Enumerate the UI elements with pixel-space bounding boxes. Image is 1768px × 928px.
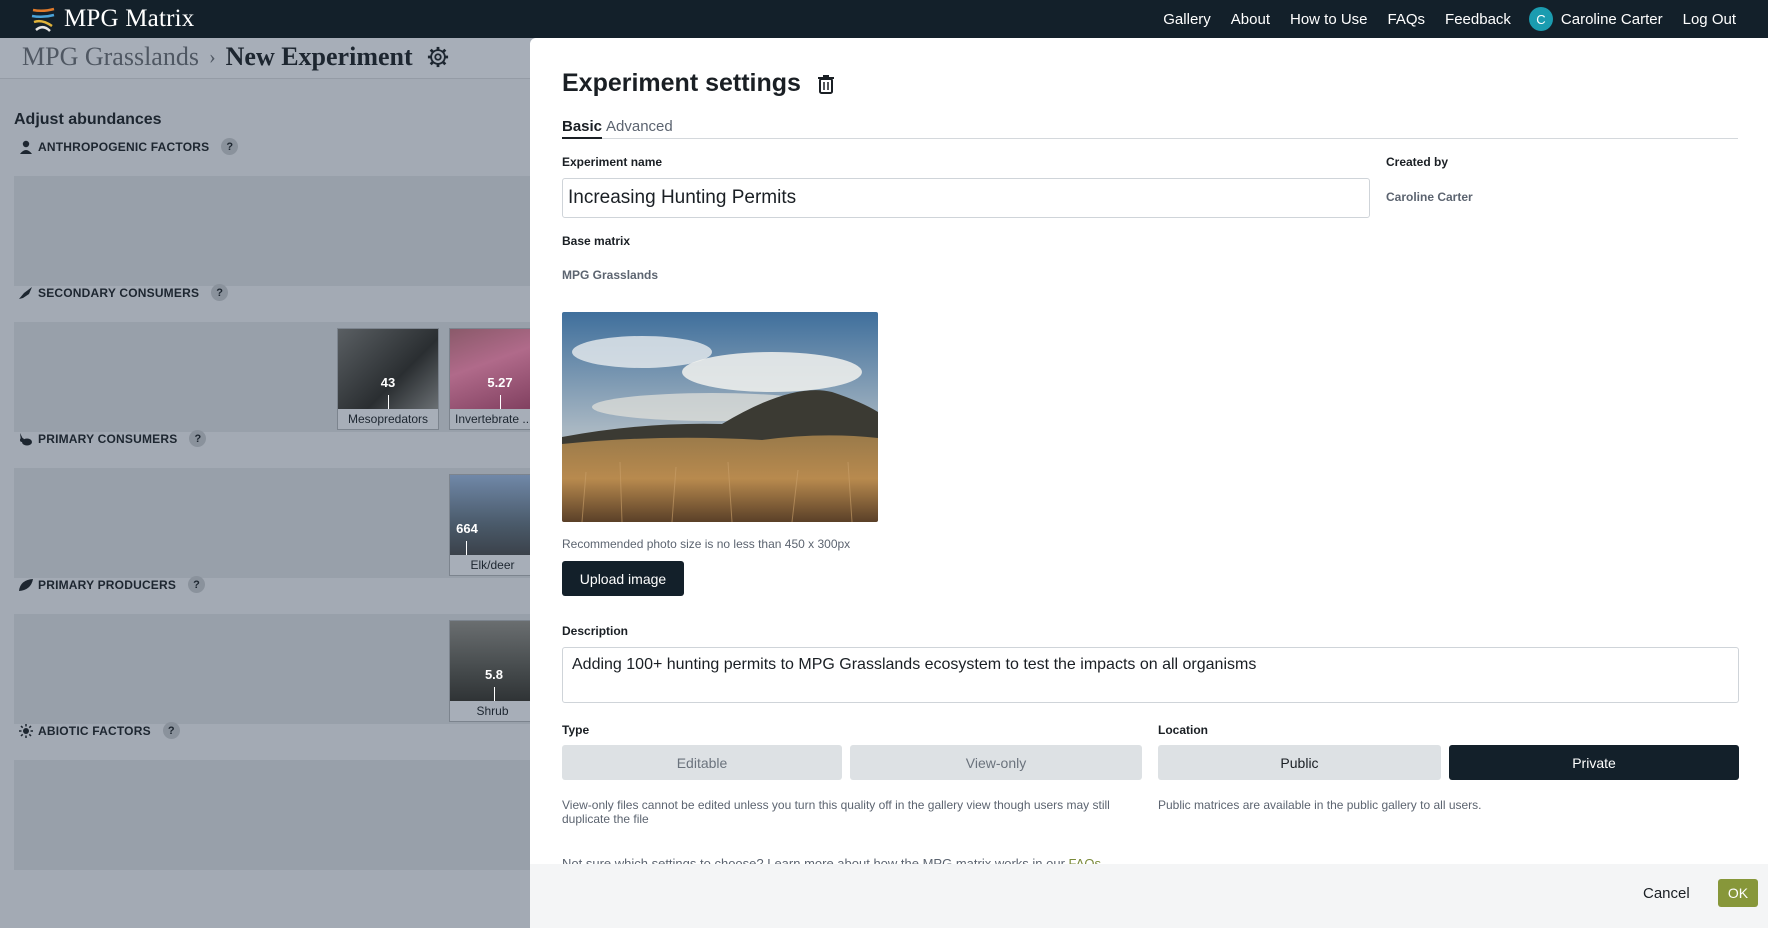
card-slider-tick[interactable] bbox=[466, 541, 467, 555]
category-label: PRIMARY PRODUCERS bbox=[38, 577, 177, 592]
card-image bbox=[450, 621, 533, 703]
card-slider-tick[interactable] bbox=[500, 395, 501, 409]
category-secondary-consumers: SECONDARY CONSUMERS ? bbox=[18, 284, 229, 301]
created-by-label: Created by bbox=[1386, 155, 1449, 169]
logo[interactable]: MPG Matrix bbox=[30, 5, 194, 33]
cancel-button[interactable]: Cancel bbox=[1643, 885, 1690, 902]
tab-advanced[interactable]: Advanced bbox=[606, 118, 673, 135]
type-label: Type bbox=[562, 723, 590, 737]
experiment-photo bbox=[562, 312, 878, 522]
gear-icon[interactable] bbox=[427, 46, 449, 68]
avatar[interactable]: C bbox=[1528, 7, 1553, 31]
node-card-elk-deer[interactable]: 664 Elk/deer bbox=[449, 474, 534, 576]
modal-title-row: Experiment settings bbox=[562, 69, 835, 98]
top-nav: MPG Matrix Gallery About How to Use FAQs… bbox=[0, 0, 1768, 38]
photo-size-hint: Recommended photo size is no less than 4… bbox=[562, 537, 851, 551]
nav-how-to-use[interactable]: How to Use bbox=[1290, 11, 1368, 28]
card-value: 43 bbox=[380, 375, 396, 390]
card-slider-tick[interactable] bbox=[388, 395, 389, 409]
breadcrumb: MPG Grasslands › New Experiment bbox=[22, 42, 449, 72]
logo-mark-icon bbox=[31, 7, 55, 32]
location-hint: Public matrices are available in the pub… bbox=[1158, 798, 1482, 812]
card-label: Mesopredators bbox=[338, 409, 438, 429]
base-matrix-value: MPG Grasslands bbox=[562, 268, 659, 282]
category-label: SECONDARY CONSUMERS bbox=[38, 285, 200, 300]
category-band-anthropogenic bbox=[14, 176, 534, 286]
node-card-mesopredators[interactable]: 43 Mesopredators bbox=[337, 328, 439, 430]
category-primary-producers: PRIMARY PRODUCERS ? bbox=[18, 576, 206, 593]
created-by-value: Caroline Carter bbox=[1386, 190, 1473, 204]
page-title: New Experiment bbox=[225, 42, 413, 71]
nav-links: Gallery About How to Use FAQs Feedback C… bbox=[1143, 7, 1736, 31]
experiment-name-label: Experiment name bbox=[562, 155, 663, 169]
card-label: Elk/deer bbox=[450, 555, 533, 575]
nav-about[interactable]: About bbox=[1231, 11, 1270, 28]
ok-button[interactable]: OK bbox=[1718, 879, 1758, 907]
trash-icon[interactable] bbox=[817, 74, 835, 94]
location-public-button[interactable]: Public bbox=[1158, 745, 1441, 780]
location-private-button[interactable]: Private bbox=[1449, 745, 1739, 780]
help-icon[interactable]: ? bbox=[221, 138, 239, 155]
breadcrumb-root[interactable]: MPG Grasslands bbox=[22, 42, 199, 72]
type-view-only-button[interactable]: View-only bbox=[850, 745, 1142, 780]
card-label: Shrub bbox=[450, 701, 533, 721]
logout-link[interactable]: Log Out bbox=[1683, 11, 1736, 28]
experiment-settings-modal: Experiment settings Basic Advanced Exper… bbox=[530, 38, 1768, 928]
node-card-shrub[interactable]: 5.8 Shrub bbox=[449, 620, 534, 722]
bird-icon bbox=[19, 286, 32, 299]
type-editable-button[interactable]: Editable bbox=[562, 745, 842, 780]
breadcrumb-separator-icon: › bbox=[208, 45, 216, 68]
location-label: Location bbox=[1158, 723, 1208, 737]
help-icon[interactable]: ? bbox=[188, 576, 206, 593]
rabbit-icon bbox=[20, 432, 32, 445]
category-label: PRIMARY CONSUMERS bbox=[38, 431, 178, 446]
category-label: ANTHROPOGENIC FACTORS bbox=[38, 139, 210, 154]
card-label: Invertebrate ... bbox=[450, 409, 533, 429]
base-matrix-label: Base matrix bbox=[562, 234, 631, 248]
category-band-abiotic bbox=[14, 760, 534, 870]
node-card-invertebrate[interactable]: 5.27 Invertebrate ... bbox=[449, 328, 534, 430]
category-abiotic: ABIOTIC FACTORS ? bbox=[18, 722, 180, 739]
nav-faqs[interactable]: FAQs bbox=[1388, 11, 1426, 28]
description-input[interactable]: Adding 100+ hunting permits to MPG Grass… bbox=[562, 647, 1739, 703]
card-image bbox=[450, 475, 533, 557]
category-primary-consumers: PRIMARY CONSUMERS ? bbox=[18, 430, 207, 447]
person-icon bbox=[20, 140, 32, 154]
sun-icon bbox=[19, 723, 33, 738]
settings-tabs: Basic Advanced bbox=[562, 118, 1738, 139]
card-image bbox=[450, 329, 533, 411]
logo-text: MPG Matrix bbox=[64, 5, 195, 32]
type-hint: View-only files cannot be edited unless … bbox=[562, 798, 1110, 826]
user-name[interactable]: Caroline Carter bbox=[1561, 11, 1663, 28]
modal-footer: Cancel OK bbox=[530, 864, 1768, 928]
card-slider-tick[interactable] bbox=[494, 687, 495, 701]
card-value: 5.27 bbox=[487, 375, 513, 390]
description-label: Description bbox=[562, 624, 629, 638]
help-icon[interactable]: ? bbox=[162, 722, 180, 739]
card-value: 664 bbox=[456, 521, 478, 536]
category-anthropogenic: ANTHROPOGENIC FACTORS ? bbox=[18, 138, 239, 155]
help-icon[interactable]: ? bbox=[211, 284, 229, 301]
card-value: 5.8 bbox=[484, 667, 504, 682]
category-label: ABIOTIC FACTORS bbox=[38, 723, 151, 738]
tab-basic[interactable]: Basic bbox=[562, 118, 603, 139]
upload-image-button[interactable]: Upload image bbox=[562, 561, 684, 596]
help-icon[interactable]: ? bbox=[189, 430, 207, 447]
experiment-name-input[interactable] bbox=[562, 178, 1370, 218]
adjust-abundances-title: Adjust abundances bbox=[14, 111, 162, 128]
leaf-icon bbox=[19, 578, 33, 591]
nav-feedback[interactable]: Feedback bbox=[1445, 11, 1511, 28]
modal-title: Experiment settings bbox=[562, 69, 801, 97]
nav-gallery[interactable]: Gallery bbox=[1163, 11, 1211, 28]
